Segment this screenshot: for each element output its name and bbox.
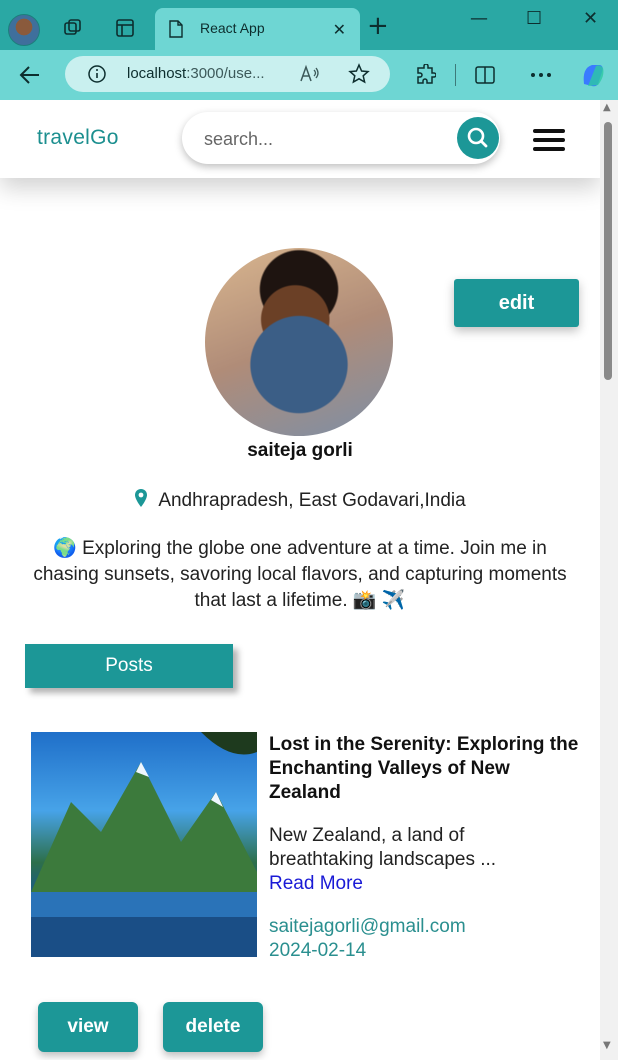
browser-tab-bar: React App ✕ + — ☐ ✕ [0, 0, 618, 50]
new-tab-button[interactable]: + [367, 13, 389, 39]
toolbar-divider [455, 64, 456, 86]
scrollbar-thumb[interactable] [604, 122, 612, 380]
read-more-link[interactable]: Read More [269, 872, 569, 896]
tab-title: React App [200, 20, 265, 36]
tab-posts[interactable]: Posts [25, 644, 233, 688]
post-title[interactable]: Lost in the Serenity: Exploring the Ench… [269, 733, 579, 805]
profile-bio: 🌍 Exploring the globe one adventure at a… [33, 538, 567, 611]
scroll-up-arrow-icon[interactable]: ▲ [603, 102, 611, 113]
copilot-icon[interactable] [578, 60, 608, 90]
page-scrollbar[interactable]: ▲ ▼ [600, 100, 618, 1060]
page-icon [169, 20, 183, 38]
browser-tab-active[interactable]: React App ✕ [155, 8, 360, 50]
info-icon[interactable] [87, 64, 107, 84]
minimize-button[interactable]: — [470, 8, 488, 29]
location-text: Andhrapradesh, East Godavari,India [158, 490, 466, 511]
profile-location: Andhrapradesh, East Godavari,India [0, 488, 600, 512]
workspaces-icon[interactable] [62, 17, 84, 39]
post-image-landscape [31, 732, 257, 957]
delete-post-button[interactable]: delete [163, 1002, 263, 1052]
address-bar[interactable]: localhost:3000/use... [65, 56, 390, 92]
back-arrow-icon[interactable] [18, 64, 42, 86]
profile-name: saiteja gorli [247, 440, 353, 461]
url-host: localhost [127, 65, 187, 82]
favorite-star-icon[interactable] [348, 63, 370, 85]
location-pin-icon [135, 489, 148, 507]
maximize-button[interactable]: ☐ [526, 8, 542, 29]
more-options-icon[interactable] [530, 72, 552, 78]
scroll-down-arrow-icon[interactable]: ▼ [603, 1040, 611, 1051]
page-viewport: travelGo edit saiteja gorli Andhraprades… [0, 100, 600, 1060]
browser-nav-bar: localhost:3000/use... [0, 50, 618, 100]
post-author-email: saitejagorli@gmail.com [269, 916, 466, 937]
search-bar [182, 112, 500, 164]
profile-photo [205, 248, 393, 436]
extensions-icon[interactable] [414, 64, 436, 86]
tab-actions-icon[interactable] [114, 17, 136, 39]
url-path: :3000/use... [186, 65, 265, 82]
close-window-button[interactable]: ✕ [583, 8, 598, 29]
profile-avatar-icon[interactable] [8, 14, 40, 46]
edit-profile-button[interactable]: edit [454, 279, 579, 327]
post-image[interactable] [31, 732, 257, 957]
hamburger-menu-icon[interactable] [533, 129, 565, 151]
split-screen-icon[interactable] [474, 64, 496, 86]
url-text: localhost:3000/use... [127, 65, 265, 82]
search-button[interactable] [457, 117, 499, 159]
site-header: travelGo [0, 100, 600, 178]
search-icon [467, 127, 488, 148]
brand-logo[interactable]: travelGo [37, 126, 119, 150]
post-date: 2024-02-14 [269, 940, 367, 961]
read-aloud-icon[interactable] [299, 64, 321, 84]
post-excerpt-text: New Zealand, a land of breathtaking land… [269, 825, 497, 870]
post-excerpt: New Zealand, a land of breathtaking land… [269, 824, 569, 896]
close-tab-icon[interactable]: ✕ [333, 20, 346, 39]
search-input[interactable] [202, 126, 446, 152]
view-post-button[interactable]: view [38, 1002, 138, 1052]
